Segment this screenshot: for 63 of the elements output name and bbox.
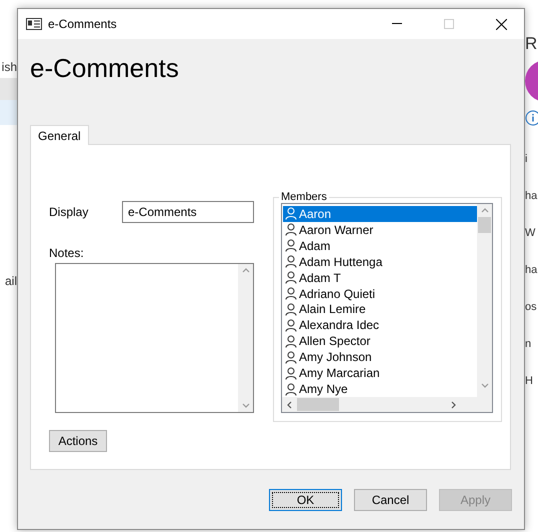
person-icon: [285, 255, 297, 268]
members-label: Members: [280, 191, 328, 203]
member-item[interactable]: Aaron Warner: [283, 222, 477, 238]
member-item[interactable]: Adam: [283, 238, 477, 254]
vertical-scrollbar[interactable]: [477, 204, 492, 397]
person-icon: [285, 318, 297, 332]
member-item[interactable]: Allen Spector: [283, 333, 477, 350]
background-text: ha: [525, 263, 538, 278]
window-title: e-Comments: [48, 17, 118, 31]
background-text: i: [525, 152, 528, 167]
background-text: R: [525, 33, 538, 55]
background-text: H: [525, 374, 533, 389]
tab[interactable]: General: [30, 125, 89, 145]
display-field[interactable]: e-Comments: [122, 201, 254, 223]
person-icon: [285, 382, 297, 396]
horizontal-scrollbar[interactable]: [282, 397, 477, 412]
background-text: W: [525, 226, 536, 241]
background-text: ha: [525, 189, 538, 204]
scroll-right-icon[interactable]: [451, 400, 457, 408]
background-text: ail: [4, 273, 17, 290]
scroll-up-icon[interactable]: [480, 207, 488, 213]
member-item[interactable]: Adam T: [283, 270, 477, 286]
member-item[interactable]: Adam Huttenga: [283, 254, 477, 270]
background-text: os: [525, 300, 537, 315]
background-text: ish: [2, 59, 17, 76]
avatar-icon: [525, 60, 538, 102]
member-item[interactable]: Amy Marcarian: [283, 365, 477, 382]
maximize-icon: [444, 19, 454, 29]
scrollbar[interactable]: [238, 264, 253, 412]
person-icon: [285, 239, 297, 252]
person-icon: [285, 223, 297, 236]
scroll-down-icon[interactable]: [480, 383, 488, 389]
person-icon: [285, 271, 297, 284]
scroll-up-icon[interactable]: [242, 267, 250, 273]
close-icon: [496, 18, 506, 30]
members-list[interactable]: Aaron Aaron Warner Adam Adam Huttenga Adam T Adriano Quieti Alain Lemire Alexandra Idec Allen Spector Amy Johnson Amy Marcarian Amy Nye: [281, 203, 493, 413]
person-icon: [285, 207, 297, 220]
minimize-icon: [392, 23, 402, 25]
member-item[interactable]: Amy Nye: [283, 381, 477, 397]
member-item[interactable]: Aaron: [283, 206, 477, 222]
info-icon: [525, 110, 538, 126]
scroll-thumb[interactable]: [478, 217, 491, 233]
member-item[interactable]: Amy Johnson: [283, 349, 477, 366]
notes-field[interactable]: [55, 263, 254, 413]
person-icon: [285, 334, 297, 348]
member-item[interactable]: Alain Lemire: [283, 302, 477, 318]
scroll-thumb[interactable]: [297, 398, 339, 411]
person-icon: [285, 302, 297, 316]
display-label: Display: [49, 205, 90, 219]
dialog-button[interactable]: Cancel: [354, 489, 427, 511]
background-text: n: [525, 337, 532, 352]
scroll-left-icon[interactable]: [286, 400, 292, 408]
member-item[interactable]: Alexandra Idec: [283, 317, 477, 334]
person-icon: [285, 350, 297, 364]
member-item[interactable]: Adriano Quieti: [283, 286, 477, 302]
contact-card-icon: [26, 18, 42, 30]
notes-label: Notes:: [49, 246, 85, 260]
actions-button[interactable]: Actions: [49, 430, 107, 452]
dialog-button[interactable]: OK: [269, 489, 342, 511]
scroll-down-icon[interactable]: [242, 403, 250, 409]
person-icon: [285, 366, 297, 380]
person-icon: [285, 287, 297, 300]
dialog-heading: e-Comments: [30, 52, 180, 85]
